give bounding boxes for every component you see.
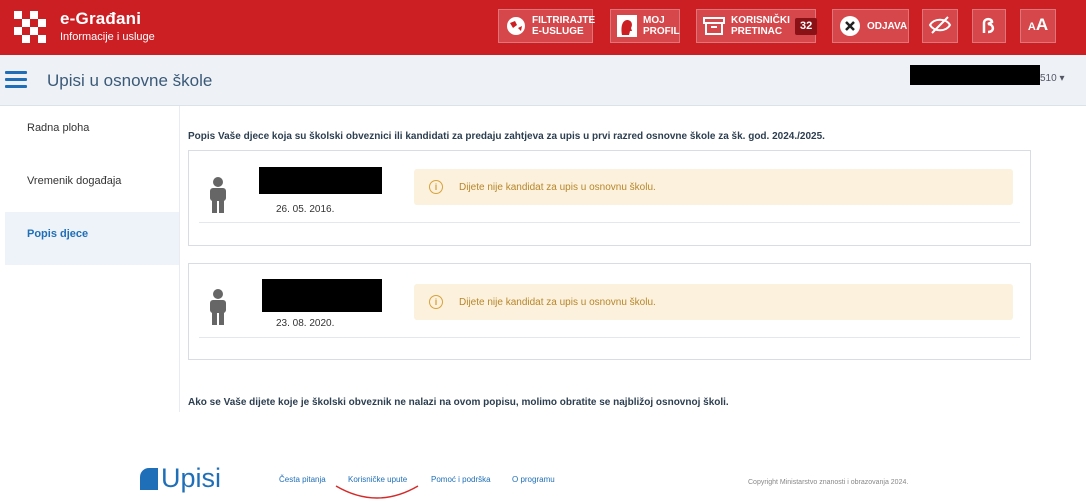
upisi-logo[interactable]: Upisi bbox=[140, 465, 221, 492]
missing-child-note: Ako se Vaše dijete koje je školski obvez… bbox=[188, 397, 729, 408]
my-profile-label: MOJ PROFIL bbox=[643, 15, 680, 37]
brand[interactable]: e-Građani Informacije i usluge bbox=[14, 9, 155, 45]
footer-link-help-support[interactable]: Pomoć i podrška bbox=[431, 475, 491, 484]
dyslexia-font-button[interactable] bbox=[972, 9, 1006, 43]
profile-head-icon bbox=[617, 15, 637, 37]
brand-subtitle: Informacije i usluge bbox=[60, 31, 155, 43]
inbox-box-icon bbox=[703, 15, 725, 37]
page: e-Građani Informacije i usluge FILTRIRAJ… bbox=[0, 0, 1086, 502]
e-gradjani-logo-icon bbox=[14, 11, 46, 43]
redacted-child-name bbox=[259, 167, 382, 194]
card-divider bbox=[199, 337, 1020, 338]
page-header: Upisi u osnovne škole 510 ▾ bbox=[0, 55, 1086, 106]
child-birth-date: 23. 08. 2020. bbox=[276, 318, 335, 329]
child-birth-date: 26. 05. 2016. bbox=[276, 204, 335, 215]
top-bar: e-Građani Informacije i usluge FILTRIRAJ… bbox=[0, 0, 1086, 55]
sidebar-item-dashboard[interactable]: Radna ploha bbox=[5, 106, 179, 159]
intro-text: Popis Vaše djece koja su školski obvezni… bbox=[188, 131, 825, 142]
child-status-text: Dijete nije kandidat za upis u osnovnu š… bbox=[459, 296, 656, 308]
card-divider bbox=[199, 222, 1020, 223]
user-menu-dropdown[interactable]: 510 ▾ bbox=[1040, 73, 1064, 84]
info-circle-icon: i bbox=[429, 295, 443, 309]
footer-link-faq[interactable]: Česta pitanja bbox=[279, 475, 326, 484]
font-size-label: AA bbox=[1027, 15, 1049, 34]
child-card: 23. 08. 2020. i Dijete nije kandidat za … bbox=[188, 263, 1031, 360]
font-size-button[interactable]: AA bbox=[1020, 9, 1056, 43]
child-card: 26. 05. 2016. i Dijete nije kandidat za … bbox=[188, 150, 1031, 246]
close-circle-icon bbox=[839, 15, 861, 37]
footer-link-about[interactable]: O programu bbox=[512, 475, 555, 484]
redacted-child-name bbox=[262, 279, 382, 312]
red-underline-annotation bbox=[335, 485, 419, 499]
logout-button[interactable]: ODJAVA bbox=[832, 9, 909, 43]
person-icon bbox=[207, 289, 229, 325]
logout-label: ODJAVA bbox=[867, 20, 908, 32]
page-title: Upisi u osnovne škole bbox=[47, 71, 213, 90]
redacted-user-name bbox=[910, 65, 1040, 85]
my-profile-button[interactable]: MOJ PROFIL bbox=[610, 9, 680, 43]
globe-icon bbox=[505, 15, 526, 37]
dyslexia-font-icon bbox=[980, 15, 998, 38]
sidebar-item-events-calendar[interactable]: Vremenik događaja bbox=[5, 159, 179, 212]
sidebar-item-children-list[interactable]: Popis djece bbox=[5, 212, 179, 265]
child-status-text: Dijete nije kandidat za upis u osnovnu š… bbox=[459, 181, 656, 193]
accessibility-toggle-button[interactable] bbox=[922, 9, 958, 43]
person-icon bbox=[207, 177, 229, 213]
inbox-button[interactable]: KORISNIČKI PRETINAC 32 bbox=[696, 9, 818, 43]
hamburger-menu-icon[interactable] bbox=[5, 71, 27, 89]
filter-services-label: FILTRIRAJTE E-USLUGE bbox=[532, 15, 596, 37]
upisi-logo-text: Upisi bbox=[161, 463, 222, 493]
filter-services-button[interactable]: FILTRIRAJTE E-USLUGE bbox=[498, 9, 596, 43]
inbox-label: KORISNIČKI PRETINAC bbox=[731, 15, 790, 37]
upisi-logo-mark-icon bbox=[140, 467, 158, 490]
child-status-alert: i Dijete nije kandidat za upis u osnovnu… bbox=[414, 284, 1013, 320]
inbox-count-badge: 32 bbox=[795, 17, 818, 35]
sidebar: Radna ploha Vremenik događaja Popis djec… bbox=[5, 106, 180, 412]
info-circle-icon: i bbox=[429, 180, 443, 194]
copyright-text: Copyright Ministarstvo znanosti i obrazo… bbox=[748, 479, 909, 486]
eye-slash-icon bbox=[928, 15, 952, 38]
brand-title: e-Građani bbox=[60, 9, 142, 28]
child-status-alert: i Dijete nije kandidat za upis u osnovnu… bbox=[414, 169, 1013, 205]
